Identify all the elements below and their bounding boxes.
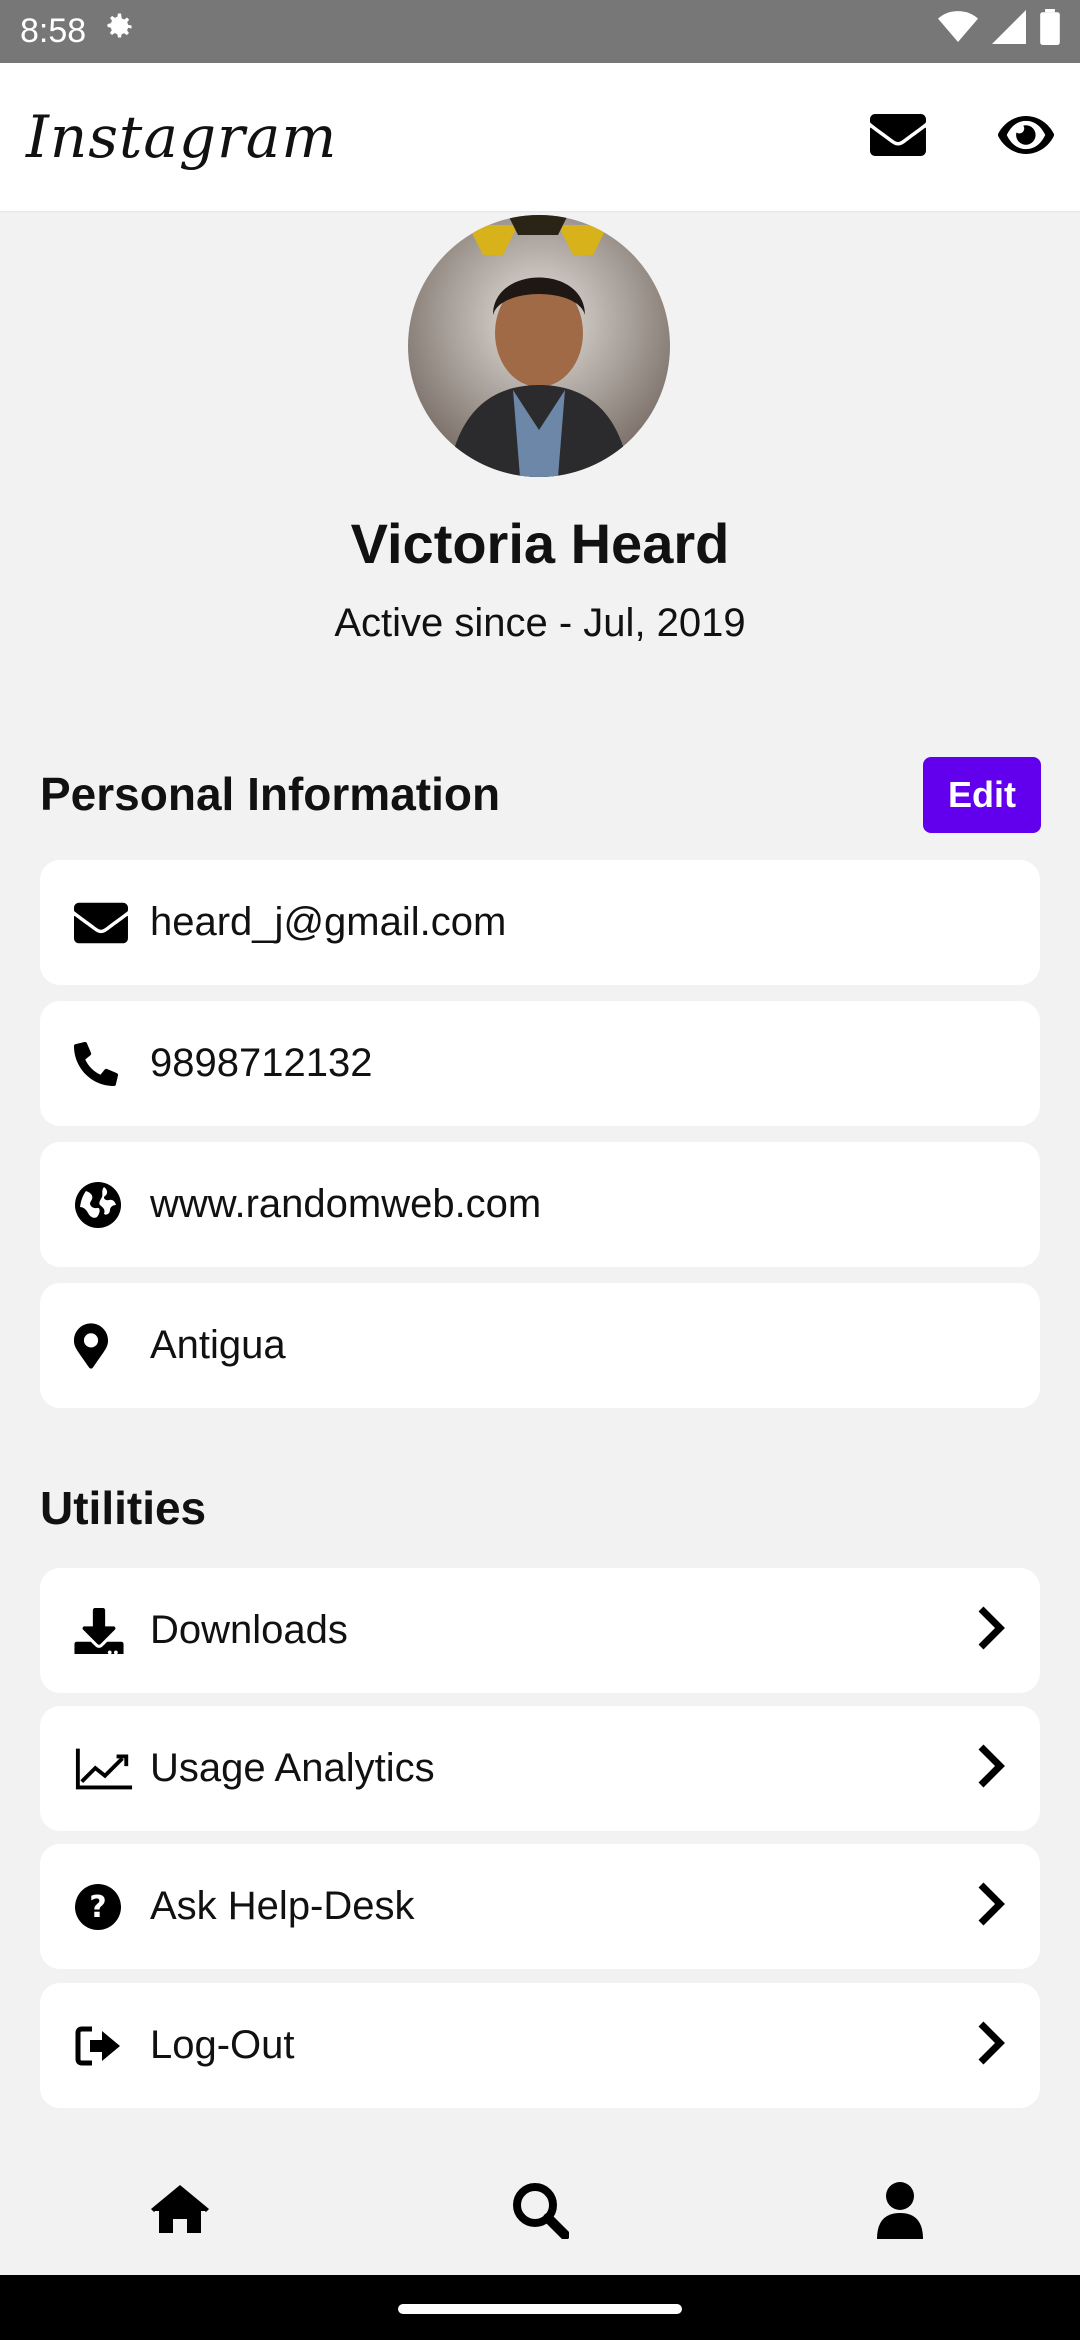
downloads-item[interactable]: Downloads [40, 1568, 1040, 1693]
settings-gear-icon [100, 9, 136, 54]
sign-out-icon [74, 2025, 134, 2067]
usage-analytics-item[interactable]: Usage Analytics [40, 1706, 1040, 1831]
app-bar: Instagram [0, 63, 1080, 211]
question-circle-icon: ? [74, 1883, 134, 1931]
svg-text:?: ? [89, 1890, 106, 1925]
status-time: 8:58 [20, 12, 87, 50]
chevron-right-icon [976, 1881, 1006, 1932]
home-gesture-handle[interactable] [398, 2304, 682, 2314]
download-icon [74, 1607, 134, 1654]
profile-content: Victoria Heard Active since - Jul, 2019 … [0, 211, 1080, 2149]
map-pin-icon [74, 1322, 134, 1369]
home-icon [151, 2184, 209, 2240]
email-value: heard_j@gmail.com [150, 900, 507, 944]
nav-profile[interactable] [720, 2181, 1080, 2244]
downloads-label: Downloads [150, 1608, 348, 1652]
search-icon [511, 2181, 570, 2244]
chevron-right-icon [976, 2020, 1006, 2071]
location-card[interactable]: Antigua [40, 1283, 1040, 1408]
utilities-heading: Utilities [40, 1482, 207, 1534]
log-out-label: Log-Out [150, 2023, 295, 2067]
nav-search[interactable] [360, 2181, 720, 2244]
chevron-right-icon [976, 1743, 1006, 1794]
eye-icon[interactable] [998, 115, 1054, 159]
phone-card[interactable]: 9898712132 [40, 1001, 1040, 1126]
user-icon [875, 2181, 925, 2244]
envelope-icon [74, 902, 134, 944]
nav-home[interactable] [0, 2184, 360, 2240]
edit-button[interactable]: Edit [923, 757, 1041, 833]
personal-info-heading: Personal Information [40, 768, 501, 820]
active-since-text: Active since - Jul, 2019 [334, 601, 746, 645]
phone-value: 9898712132 [150, 1041, 373, 1085]
messages-envelope-icon[interactable] [870, 113, 926, 162]
signal-icon [992, 10, 1026, 53]
location-value: Antigua [150, 1323, 286, 1367]
ask-help-desk-label: Ask Help-Desk [150, 1884, 415, 1928]
profile-name: Victoria Heard [350, 512, 730, 575]
battery-icon [1040, 9, 1060, 54]
chart-line-icon [74, 1746, 134, 1792]
ask-help-desk-item[interactable]: ? Ask Help-Desk [40, 1844, 1040, 1969]
bottom-nav [0, 2149, 1080, 2275]
instagram-logo: Instagram [26, 103, 338, 171]
email-card[interactable]: heard_j@gmail.com [40, 860, 1040, 985]
website-value: www.randomweb.com [150, 1182, 542, 1226]
globe-icon [74, 1181, 134, 1229]
avatar[interactable] [408, 215, 670, 477]
status-bar: 8:58 [0, 0, 1080, 63]
phone-icon [74, 1041, 134, 1086]
usage-analytics-label: Usage Analytics [150, 1746, 435, 1790]
website-card[interactable]: www.randomweb.com [40, 1142, 1040, 1267]
chevron-right-icon [976, 1605, 1006, 1656]
log-out-item[interactable]: Log-Out [40, 1983, 1040, 2108]
wifi-icon [938, 10, 978, 53]
